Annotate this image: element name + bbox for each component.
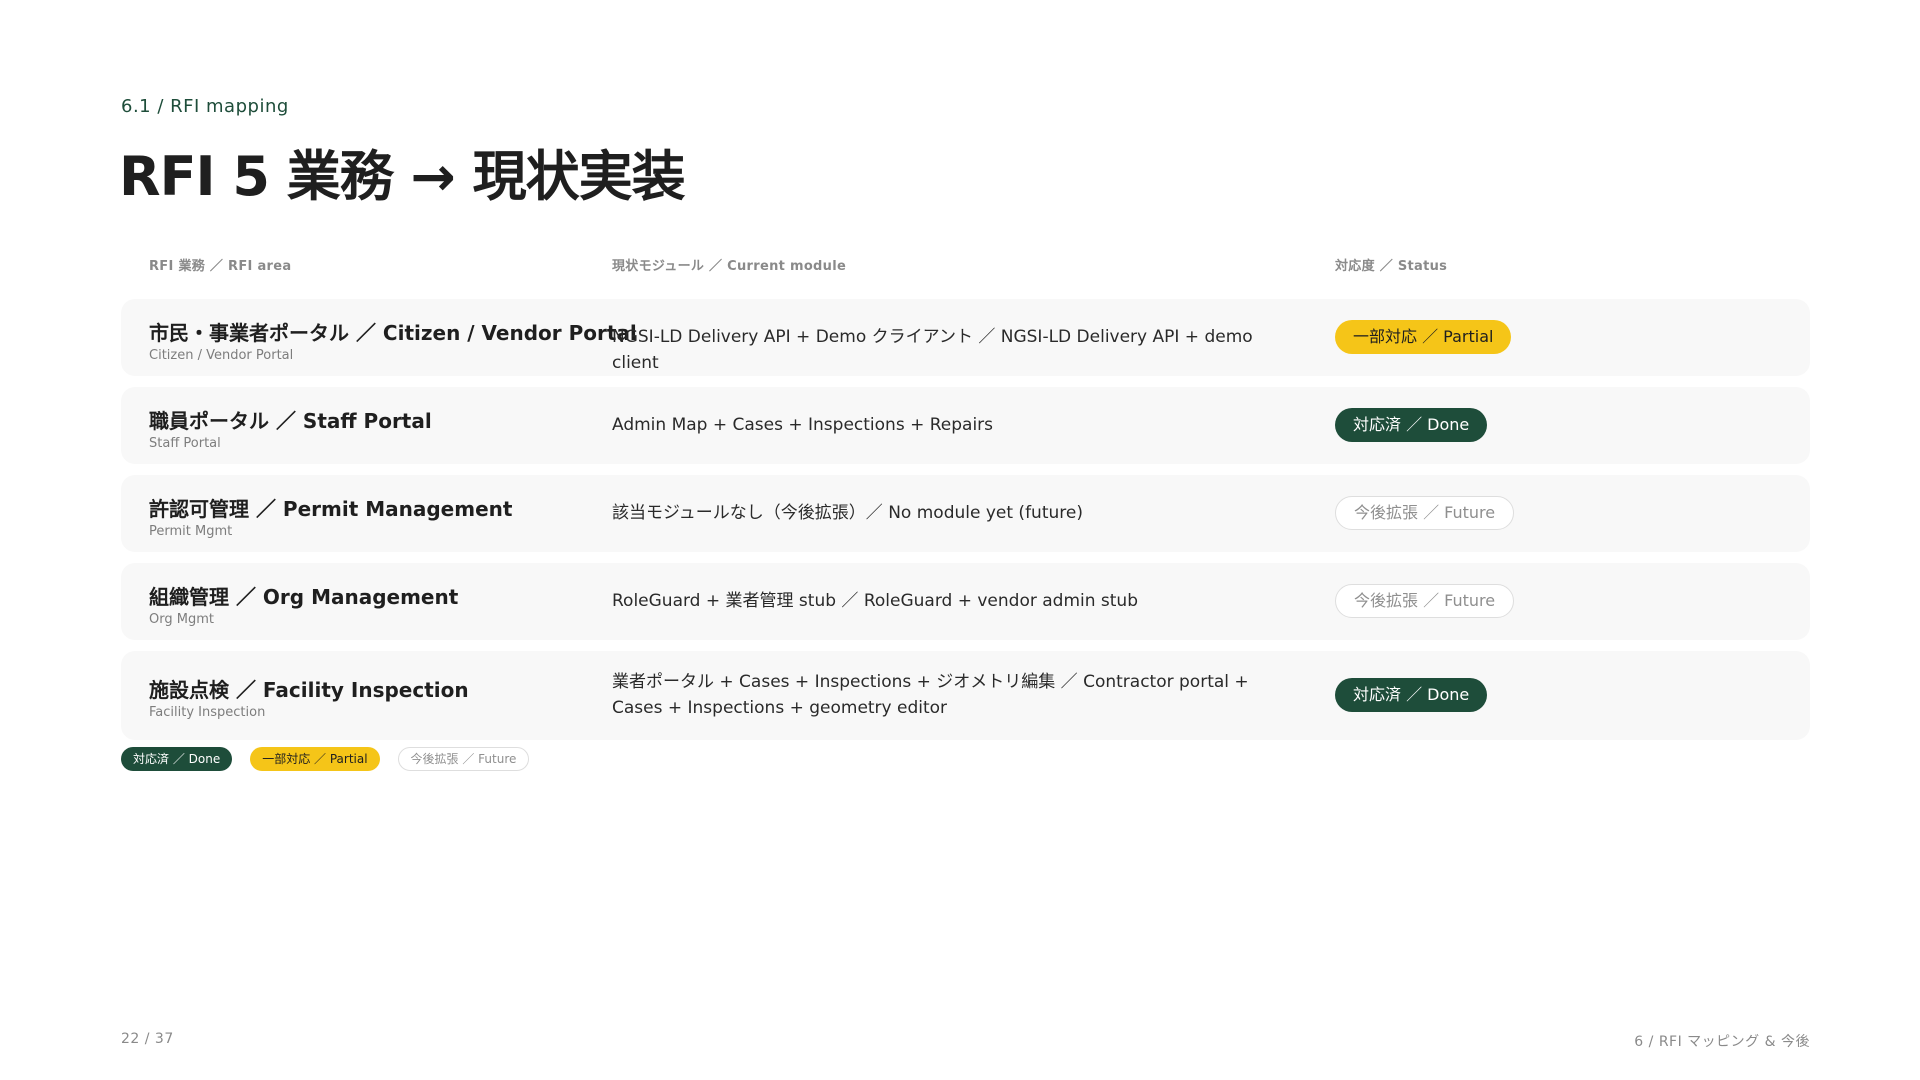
area-subtitle: Org Mgmt [149, 612, 214, 627]
legend-done-badge: 対応済 ／ Done [121, 747, 233, 771]
page-title: RFI 5 業務 → 現状実装 [119, 145, 686, 208]
status-cell: 一部対応 ／ Partial [1335, 320, 1512, 354]
area-cell: 組織管理 ／ Org Management Org Mgmt [149, 581, 458, 627]
area-cell: 職員ポータル ／ Staff Portal Staff Portal [149, 405, 432, 451]
slide: 6.1 / RFI mapping RFI 5 業務 → 現状実装 RFI 業務… [0, 0, 1920, 1080]
area-title: 許認可管理 ／ Permit Management [149, 497, 513, 521]
table-row: 市民・事業者ポータル ／ Citizen / Vendor Portal Cit… [121, 299, 1810, 376]
column-header-area: RFI 業務 ／ RFI area [149, 259, 292, 274]
area-subtitle: Facility Inspection [149, 705, 266, 720]
area-subtitle: Permit Mgmt [149, 524, 233, 539]
module-cell: 業者ポータル + Cases + Inspections + ジオメトリ編集 ／… [612, 672, 1249, 718]
legend-partial-badge: 一部対応 ／ Partial [250, 747, 380, 771]
area-cell: 許認可管理 ／ Permit Management Permit Mgmt [149, 493, 512, 539]
status-cell: 今後拡張 ／ Future [1335, 584, 1515, 618]
area-title: 施設点検 ／ Facility Inspection [149, 678, 469, 702]
table-row: 施設点検 ／ Facility Inspection Facility Insp… [121, 651, 1810, 740]
area-title: 組織管理 ／ Org Management [149, 585, 459, 609]
area-title: 職員ポータル ／ Staff Portal [149, 409, 432, 433]
module-cell: NGSI-LD Delivery API + Demo クライアント ／ NGS… [612, 327, 1253, 373]
status-badge: 今後拡張 ／ Future [1335, 584, 1515, 618]
table-row: 許認可管理 ／ Permit Management Permit Mgmt 該当… [121, 475, 1810, 552]
module-cell: Admin Map + Cases + Inspections + Repair… [612, 415, 994, 435]
column-header-status: 対応度 ／ Status [1335, 259, 1448, 274]
status-cell: 対応済 ／ Done [1335, 408, 1488, 442]
module-cell: RoleGuard + 業者管理 stub ／ RoleGuard + vend… [612, 591, 1138, 611]
status-badge: 対応済 ／ Done [1335, 678, 1488, 712]
page-number: 22 / 37 [121, 1031, 174, 1047]
status-cell: 対応済 ／ Done [1335, 678, 1488, 712]
area-subtitle: Citizen / Vendor Portal [149, 348, 294, 363]
section-eyebrow: 6.1 / RFI mapping [121, 96, 289, 117]
table-row: 職員ポータル ／ Staff Portal Staff Portal Admin… [121, 387, 1810, 464]
status-cell: 今後拡張 ／ Future [1335, 496, 1515, 530]
area-subtitle: Staff Portal [149, 436, 221, 451]
table-row: 組織管理 ／ Org Management Org Mgmt RoleGuard… [121, 563, 1810, 640]
status-legend: 対応済 ／ Done 一部対応 ／ Partial 今後拡張 ／ Future [121, 747, 530, 771]
legend-future-badge: 今後拡張 ／ Future [397, 747, 530, 771]
status-badge: 対応済 ／ Done [1335, 408, 1488, 442]
section-label: 6 / RFI マッピング & 今後 [1634, 1034, 1810, 1050]
status-badge: 今後拡張 ／ Future [1335, 496, 1515, 530]
column-header-module: 現状モジュール ／ Current module [612, 259, 847, 274]
area-cell: 施設点検 ／ Facility Inspection Facility Insp… [149, 674, 469, 720]
area-title: 市民・事業者ポータル ／ Citizen / Vendor Portal [149, 321, 637, 345]
module-cell: 該当モジュールなし（今後拡張）／ No module yet (future) [612, 503, 1083, 523]
status-badge: 一部対応 ／ Partial [1335, 320, 1512, 354]
area-cell: 市民・事業者ポータル ／ Citizen / Vendor Portal Cit… [149, 317, 637, 363]
